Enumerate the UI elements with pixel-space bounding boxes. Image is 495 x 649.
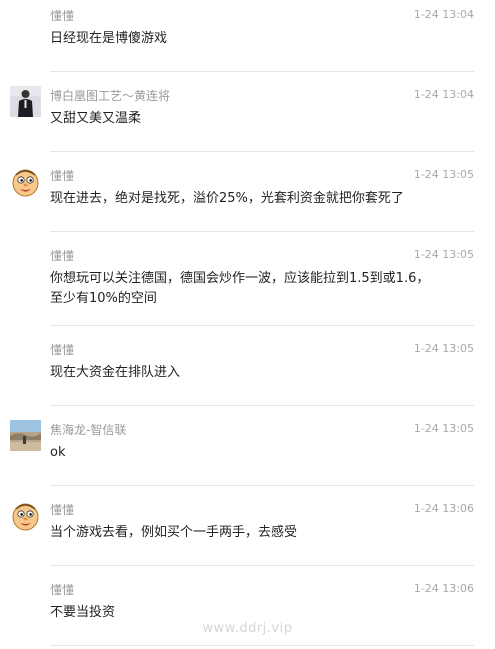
sender-name: 博白凰图工艺～黄连将 [50,89,171,103]
person-photo-icon[interactable] [10,86,41,117]
divider [50,645,474,646]
sender-name: 懂懂 [50,503,75,517]
landscape-photo-icon[interactable] [10,420,41,451]
divider [50,405,474,406]
sender-name: 懂懂 [50,9,75,23]
sender-name: 焦海龙-智信联 [50,423,127,437]
message-text: ok [50,445,66,460]
sender-name: 懂懂 [50,249,75,263]
divider [50,71,474,72]
message-text: 日经现在是博傻游戏 [50,31,168,46]
divider [50,565,474,566]
divider [50,325,474,326]
message-text: 不要当投资 [50,605,116,620]
sender-name: 懂懂 [50,343,75,357]
message-time: 1-24 13:06 [413,502,474,515]
message-text: 你想玩可以关注德国，德国会炒作一波，应该能拉到1.5到或1.6，至少有10%的空… [50,271,430,306]
divider [50,485,474,486]
divider [50,231,474,232]
message-time: 1-24 13:05 [413,342,474,355]
message-text: 现在进去，绝对是找死，溢价25%，光套利资金就把你套死了 [50,191,404,206]
message-text: 现在大资金在排队进入 [50,365,181,380]
divider [50,151,474,152]
message-time: 1-24 13:04 [413,8,474,21]
message-time: 1-24 13:05 [413,422,474,435]
message-time: 1-24 13:04 [413,88,474,101]
message-text: 当个游戏去看，例如买个一手两手，去感受 [50,525,298,540]
message-time: 1-24 13:06 [413,582,474,595]
cartoon-face-icon[interactable] [10,166,41,197]
sender-name: 懂懂 [50,583,75,597]
message-time: 1-24 13:05 [413,168,474,181]
message-text: 又甜又美又温柔 [50,111,142,126]
message-time: 1-24 13:05 [413,248,474,261]
watermark: www.ddrj.vip [202,621,293,636]
sender-name: 懂懂 [50,169,75,183]
cartoon-face-icon[interactable] [10,500,41,531]
